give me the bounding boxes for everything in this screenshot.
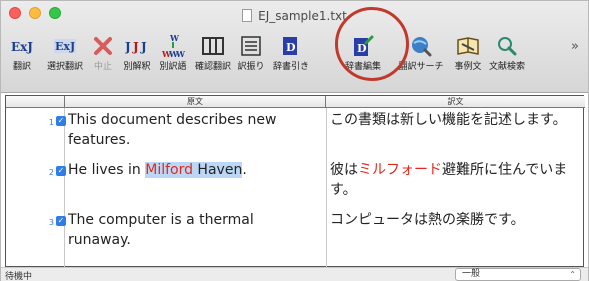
target-cell[interactable]: 彼はミルフォード避難所に住んでいます。	[330, 160, 582, 200]
literature-search-icon	[487, 31, 527, 61]
source-cell[interactable]: This document describes new features.	[68, 110, 320, 150]
toolbar-overflow-button[interactable]: »	[571, 39, 579, 54]
example-sentence-icon	[451, 31, 485, 61]
translation-search-icon	[395, 31, 447, 61]
target-cell[interactable]: この書類は新しい機能を記述します。	[330, 110, 582, 130]
source-text: .	[242, 162, 247, 178]
highlighted-word: Milford	[145, 162, 193, 178]
alternate-interpretation-label: 別解釈	[123, 62, 151, 72]
field-select-dropdown[interactable]: 一般 ⌃	[455, 268, 581, 281]
svg-text:J: J	[140, 40, 147, 54]
example-sentence-button[interactable]: 事例文	[451, 31, 485, 81]
selected-text: Haven	[192, 162, 243, 178]
status-text: 待機中	[5, 272, 33, 281]
vertical-scrollbar[interactable]	[573, 109, 581, 265]
translation-search-label: 翻訳サーチ	[398, 62, 444, 72]
titlebar-toolbar: EJ_sample1.txt ExJ 翻訳 ExJ 選択翻訳 中止 JJJ 別解…	[1, 1, 588, 93]
svg-text:J: J	[125, 40, 131, 54]
window-title: EJ_sample1.txt	[258, 9, 347, 23]
literature-search-button[interactable]: 文献検索	[487, 31, 527, 81]
svg-text:J: J	[132, 40, 139, 54]
target-text: 彼は	[330, 162, 358, 178]
row-checkbox[interactable]: ✓	[56, 216, 66, 226]
translation-search-button[interactable]: 翻訳サーチ	[395, 31, 447, 81]
alternate-interpretation-icon: JJJ	[121, 31, 153, 61]
interlinear-button[interactable]: 訳振り	[237, 31, 265, 81]
table-row[interactable]: 1 ✓ This document describes new features…	[6, 110, 585, 152]
chevron-updown-icon: ⌃	[569, 270, 576, 279]
stop-icon	[89, 31, 117, 61]
dropdown-value: 一般	[462, 269, 481, 279]
dictionary-edit-icon: D	[341, 31, 385, 61]
translate-icon: ExJ	[7, 31, 37, 61]
example-sentence-label: 事例文	[454, 62, 482, 72]
row-number: 1	[48, 118, 54, 127]
confirm-translate-label: 確認翻訳	[194, 62, 231, 72]
svg-text:W: W	[175, 49, 185, 59]
number-column-header	[6, 96, 64, 108]
interlinear-label: 訳振り	[237, 62, 265, 72]
alternate-word-icon: WWWW	[155, 31, 191, 61]
stop-button[interactable]: 中止	[89, 31, 117, 81]
window-title-area: EJ_sample1.txt	[1, 5, 588, 23]
highlighted-word: ミルフォード	[358, 162, 442, 178]
source-cell[interactable]: He lives in Milford Haven.	[68, 160, 320, 180]
document-icon	[242, 9, 253, 22]
row-number: 3	[48, 218, 54, 227]
target-column-header[interactable]: 訳文	[326, 96, 585, 108]
literature-search-label: 文献検索	[488, 62, 525, 72]
dictionary-lookup-button[interactable]: D 辞書引き	[273, 31, 310, 81]
svg-text:W: W	[169, 33, 180, 43]
target-cell[interactable]: コンピュータは熱の楽勝です。	[330, 210, 582, 230]
source-text: He lives in	[68, 162, 146, 178]
selection-translate-icon: ExJ	[45, 31, 85, 61]
svg-text:ExJ: ExJ	[11, 40, 33, 54]
alternate-word-button[interactable]: WWWW 別訳語	[155, 31, 191, 81]
app-window: EJ_sample1.txt ExJ 翻訳 ExJ 選択翻訳 中止 JJJ 別解…	[0, 0, 589, 281]
selection-translate-button[interactable]: ExJ 選択翻訳	[45, 31, 85, 81]
table-row[interactable]: 3 ✓ The computer is a thermal runaway. コ…	[6, 210, 585, 254]
svg-text:ExJ: ExJ	[55, 40, 75, 53]
dictionary-edit-button[interactable]: D 辞書編集	[341, 31, 385, 81]
row-checkbox[interactable]: ✓	[56, 166, 66, 176]
dictionary-lookup-label: 辞書引き	[273, 62, 310, 72]
dictionary-edit-label: 辞書編集	[344, 62, 381, 72]
alternate-interpretation-button[interactable]: JJJ 別解釈	[121, 31, 153, 81]
svg-text:D: D	[286, 41, 296, 54]
translate-button[interactable]: ExJ 翻訳	[7, 31, 37, 81]
source-cell[interactable]: The computer is a thermal runaway.	[68, 210, 320, 250]
confirm-translate-icon	[193, 31, 233, 61]
confirm-translate-button[interactable]: 確認翻訳	[193, 31, 233, 81]
dictionary-lookup-icon: D	[273, 31, 307, 61]
translate-label: 翻訳	[12, 62, 31, 72]
stop-label: 中止	[93, 62, 112, 72]
status-bar: 待機中 一般 ⌃	[1, 267, 588, 281]
source-column-header[interactable]: 原文	[64, 96, 326, 108]
row-number: 2	[48, 168, 54, 177]
translation-table: 原文 訳文 1 ✓ This document describes new fe…	[5, 95, 585, 268]
selection-translate-label: 選択翻訳	[46, 62, 83, 72]
interlinear-icon	[237, 31, 265, 61]
alternate-word-label: 別訳語	[159, 62, 187, 72]
row-checkbox[interactable]: ✓	[56, 116, 66, 126]
table-row[interactable]: 2 ✓ He lives in Milford Haven. 彼はミルフォード避…	[6, 160, 585, 204]
